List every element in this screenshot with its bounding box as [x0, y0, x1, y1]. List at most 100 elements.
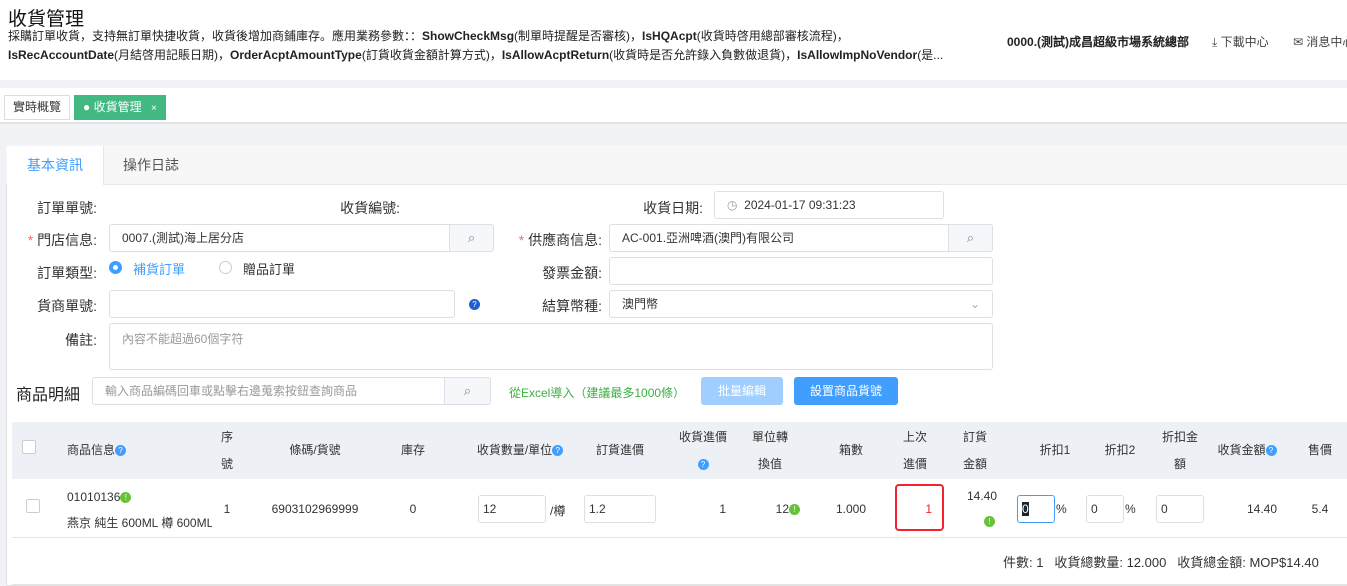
- column-header-text: 序號: [220, 430, 233, 471]
- page-tab-overview[interactable]: 實時概覽: [4, 95, 71, 120]
- receipt-date-input[interactable]: ◷ 2024-01-17 09:31:23: [714, 191, 944, 219]
- column-header-text: 條碼/貨號: [289, 443, 341, 457]
- qty-input[interactable]: 12: [478, 495, 546, 523]
- column-header: 收貨數量/單位?: [465, 437, 575, 464]
- column-header-text: 訂貨金額: [962, 430, 987, 471]
- close-icon[interactable]: ×: [151, 103, 157, 114]
- description-line-1: 採購訂單收貨，支持無訂單快捷收貨，收貨後增加商鋪庫存。應用業務參數：：ShowC…: [8, 27, 849, 44]
- currency-select[interactable]: 澳門幣 ⌄: [609, 290, 993, 318]
- vendor-order-label: 貨商單號:: [37, 298, 97, 314]
- download-center-link[interactable]: ⤓ 下載中心: [1212, 33, 1269, 50]
- page-tab-receiving[interactable]: ● 收貨管理 ×: [74, 95, 166, 120]
- messages-label: 消息中心: [1306, 35, 1347, 49]
- row-checkbox[interactable]: [26, 499, 40, 513]
- column-header-text: 商品信息: [67, 443, 116, 457]
- column-header: 單位轉換值: [751, 424, 789, 478]
- radio-replenish-label[interactable]: 補貨訂單: [133, 259, 185, 278]
- product-code-text: 01010136: [67, 490, 121, 504]
- conversion: 12!: [760, 502, 800, 516]
- order-price-input[interactable]: 1.2: [584, 495, 656, 523]
- tab-operation-log[interactable]: 操作日誌: [103, 146, 199, 185]
- column-header-text: 箱數: [838, 443, 863, 457]
- column-header-text: 收貨進價: [678, 430, 727, 444]
- column-header-text: 收貨數量/單位: [476, 443, 553, 457]
- conversion-text: 12: [775, 502, 789, 516]
- stock: 0: [409, 502, 417, 516]
- search-icon: ⌕: [463, 383, 472, 398]
- help-icon[interactable]: ?: [115, 445, 127, 456]
- products-title: 商品明細: [16, 387, 81, 404]
- radio-gift[interactable]: [219, 261, 232, 274]
- column-header: 訂貨進價: [580, 437, 660, 464]
- seq: 1: [223, 502, 231, 516]
- invoice-amount-input[interactable]: [609, 257, 993, 285]
- store-label-text: 門店信息:: [37, 232, 97, 248]
- discount-amount-input[interactable]: 0: [1156, 495, 1204, 523]
- active-dot-icon: ●: [83, 100, 91, 114]
- discount1-input[interactable]: 0: [1017, 495, 1055, 523]
- total-amount-label: 收貨總金額:: [1177, 555, 1246, 570]
- column-header-text: 售價: [1307, 443, 1332, 457]
- excel-import-link[interactable]: 從Excel導入（建議最多1000條）: [509, 384, 685, 401]
- boxes: 1.000: [835, 502, 867, 516]
- vendor-search-button[interactable]: ⌕: [949, 224, 993, 252]
- total-amount-value: MOP$14.40: [1249, 555, 1319, 570]
- radio-replenish[interactable]: [109, 261, 122, 274]
- store-label: * 門店信息:: [20, 230, 97, 250]
- product-search-input[interactable]: 輸入商品編碼回車或點擊右邊蒐索按鈕查詢商品: [92, 377, 445, 405]
- help-icon[interactable]: ?: [552, 445, 564, 456]
- radio-gift-label[interactable]: 贈品訂單: [243, 259, 295, 278]
- info-icon: !: [789, 504, 800, 515]
- batch-edit-button[interactable]: 批量編輯: [701, 377, 783, 405]
- product-search-button[interactable]: ⌕: [445, 377, 491, 405]
- description-line-2: IsRecAccountDate(月結啓用記賬日期)，OrderAcptAmou…: [8, 46, 943, 63]
- description-text: (訂貨收貨金額計算方式)，: [361, 48, 502, 62]
- recv-price: 1: [719, 502, 726, 516]
- order-type-label: 訂單類型:: [37, 265, 97, 281]
- info-icon: !: [120, 492, 132, 503]
- select-all-checkbox[interactable]: [22, 440, 36, 454]
- vendor-input[interactable]: AC-001.亞洲啤酒(澳門)有限公司: [609, 224, 949, 252]
- column-header-text: 上次進價: [902, 430, 927, 471]
- help-icon[interactable]: ?: [697, 459, 709, 470]
- description-text: (收貨時是否允許錄入負數做退貨)，: [609, 48, 798, 62]
- help-icon[interactable]: ?: [1265, 445, 1277, 456]
- help-icon[interactable]: ?: [469, 296, 480, 311]
- column-header: 庫存: [393, 437, 433, 464]
- vendor-label: * 供應商信息:: [505, 230, 602, 250]
- invoice-label: 發票金額:: [542, 265, 602, 281]
- remark-textarea[interactable]: 內容不能超過60個字符: [109, 323, 993, 370]
- message-center-link[interactable]: ✉ 消息中心: [1293, 33, 1347, 50]
- description-text: IsAllowAcptReturn: [501, 48, 610, 62]
- column-header-text: 收貨金額: [1217, 443, 1266, 457]
- count-label: 件數:: [1003, 555, 1033, 570]
- column-header: 折扣金額: [1161, 424, 1199, 478]
- store-input[interactable]: 0007.(測試)海上居分店: [109, 224, 450, 252]
- content-tabs: [6, 145, 1347, 185]
- column-header: 訂貨金額: [962, 424, 988, 478]
- column-header: 上次進價: [902, 424, 928, 478]
- store-search-button[interactable]: ⌕: [450, 224, 494, 252]
- description-text: ShowCheckMsg: [422, 29, 515, 43]
- column-header-text: 訂貨進價: [595, 443, 644, 457]
- description-text: (制單時提醒是否審核)，: [514, 29, 643, 43]
- download-label: 下載中心: [1220, 35, 1269, 49]
- tab-basic-info[interactable]: 基本資訊: [7, 146, 104, 185]
- set-product-code-button[interactable]: 設置商品貨號: [794, 377, 898, 405]
- discount2-input[interactable]: 0: [1086, 495, 1124, 523]
- tab-label: 實時概覽: [13, 100, 62, 114]
- last-price: 1: [925, 502, 932, 516]
- column-header-text: 折扣2: [1104, 443, 1136, 457]
- column-header: 條碼/貨號: [255, 437, 375, 464]
- vendor-order-input[interactable]: [109, 290, 455, 318]
- product-code: 01010136!: [67, 490, 132, 504]
- column-header: 折扣1: [1030, 437, 1080, 464]
- chevron-down-icon: ⌄: [969, 297, 980, 311]
- currency-label: 結算幣種:: [542, 298, 602, 314]
- unit: /樽: [550, 504, 566, 518]
- total-qty-label: 收貨總數量:: [1054, 555, 1123, 570]
- description-text: (收貨時啓用總部審核流程)，: [696, 29, 849, 43]
- vendor-label-text: 供應商信息:: [528, 232, 602, 248]
- column-header: 折扣2: [1095, 437, 1145, 464]
- description-text: 採購訂單收貨，支持無訂單快捷收貨，收貨後增加商鋪庫存。應用業務參數：：: [8, 29, 423, 43]
